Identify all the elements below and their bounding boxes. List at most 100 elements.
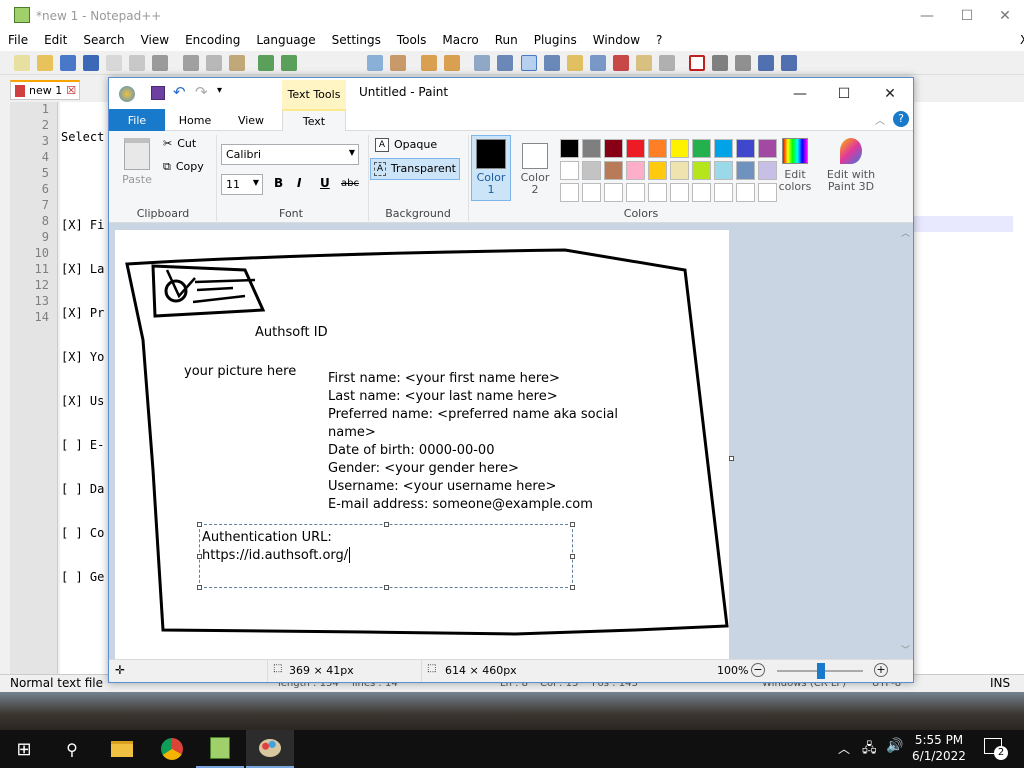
quick-undo-icon[interactable]: ↶ — [173, 83, 186, 101]
taskbar-chrome[interactable] — [148, 730, 196, 768]
underline-button[interactable]: U — [320, 176, 330, 190]
save-macro-icon[interactable] — [781, 55, 797, 71]
palette-swatch[interactable] — [758, 139, 777, 158]
custom-color-swatch[interactable] — [736, 183, 755, 202]
drawing-canvas[interactable]: Authsoft ID your picture here First name… — [115, 230, 729, 660]
doc-map-icon[interactable] — [590, 55, 606, 71]
resize-handle[interactable] — [570, 554, 575, 559]
palette-swatch[interactable] — [560, 139, 579, 158]
volume-icon[interactable]: 🔊 — [886, 738, 903, 754]
taskbar-paint[interactable] — [246, 730, 294, 768]
cut-icon[interactable] — [183, 55, 199, 71]
palette-swatch[interactable] — [648, 161, 667, 180]
palette-swatch[interactable] — [692, 161, 711, 180]
paint-maximize-button[interactable]: ☐ — [821, 78, 867, 109]
custom-color-swatch[interactable] — [560, 183, 579, 202]
canvas-resize-handle[interactable] — [729, 456, 734, 461]
find-icon[interactable] — [367, 55, 383, 71]
menu-view[interactable]: View — [133, 31, 177, 51]
resize-handle[interactable] — [384, 522, 389, 527]
zoom-in-icon[interactable] — [421, 55, 437, 71]
transparent-button[interactable]: A Transparent — [370, 158, 460, 180]
palette-swatch[interactable] — [670, 139, 689, 158]
action-center-button[interactable]: 2 — [980, 736, 1010, 762]
zoom-in-button[interactable]: + — [874, 663, 888, 677]
notepadpp-close-button[interactable]: ✕ — [982, 0, 1024, 31]
custom-color-swatch[interactable] — [692, 183, 711, 202]
customize-toolbar-icon[interactable]: ▾ — [217, 85, 222, 96]
editor-text-area-right[interactable] — [913, 102, 1024, 674]
vertical-scrollbar[interactable]: ︿ ﹀ — [899, 224, 912, 658]
save-all-icon[interactable] — [83, 55, 99, 71]
edit-with-paint3d-button[interactable]: Edit with Paint 3D — [821, 135, 881, 201]
replace-icon[interactable] — [390, 55, 406, 71]
resize-handle[interactable] — [384, 585, 389, 590]
tab-new-1[interactable]: new 1 ☒ — [10, 80, 80, 100]
indent-guide-icon[interactable] — [544, 55, 560, 71]
palette-swatch[interactable] — [626, 161, 645, 180]
scroll-down-icon[interactable]: ﹀ — [901, 643, 910, 656]
save-icon[interactable] — [60, 55, 76, 71]
taskbar-notepadpp[interactable] — [196, 730, 244, 768]
palette-swatch[interactable] — [736, 161, 755, 180]
start-button[interactable]: ⊞ — [0, 730, 48, 768]
custom-color-swatch[interactable] — [604, 183, 623, 202]
record-macro-icon[interactable] — [689, 55, 705, 71]
font-family-select[interactable]: Calibri ▼ — [221, 144, 359, 165]
palette-swatch[interactable] — [604, 139, 623, 158]
help-icon[interactable]: ? — [893, 111, 909, 127]
menu-language[interactable]: Language — [248, 31, 323, 51]
custom-color-swatch[interactable] — [648, 183, 667, 202]
palette-swatch[interactable] — [626, 139, 645, 158]
palette-swatch[interactable] — [670, 161, 689, 180]
palette-swatch[interactable] — [582, 161, 601, 180]
copy-icon[interactable] — [206, 55, 222, 71]
menu-run[interactable]: Run — [487, 31, 526, 51]
palette-swatch[interactable] — [604, 161, 623, 180]
redo-icon[interactable] — [281, 55, 297, 71]
menu-tools[interactable]: Tools — [389, 31, 435, 51]
stop-macro-icon[interactable] — [712, 55, 728, 71]
menu-edit[interactable]: Edit — [36, 31, 75, 51]
tab-close-icon[interactable]: ☒ — [66, 84, 76, 97]
resize-handle[interactable] — [197, 554, 202, 559]
resize-handle[interactable] — [570, 585, 575, 590]
palette-swatch[interactable] — [714, 161, 733, 180]
palette-swatch[interactable] — [582, 139, 601, 158]
palette-swatch[interactable] — [714, 139, 733, 158]
palette-swatch[interactable] — [758, 161, 777, 180]
tab-file[interactable]: File — [109, 109, 165, 131]
custom-color-swatch[interactable] — [626, 183, 645, 202]
undo-icon[interactable] — [258, 55, 274, 71]
custom-color-swatch[interactable] — [758, 183, 777, 202]
print-icon[interactable] — [152, 55, 168, 71]
menu-help[interactable]: ? — [648, 31, 670, 51]
resize-handle[interactable] — [197, 522, 202, 527]
menu-macro[interactable]: Macro — [434, 31, 486, 51]
zoom-out-icon[interactable] — [444, 55, 460, 71]
zoom-slider[interactable] — [777, 663, 863, 679]
quick-redo-icon[interactable]: ↷ — [195, 83, 208, 101]
function-list-icon[interactable] — [613, 55, 629, 71]
menu-search[interactable]: Search — [75, 31, 132, 51]
folder-workspace-icon[interactable] — [636, 55, 652, 71]
minimize-ribbon-icon[interactable]: ︿ — [875, 112, 885, 127]
copy-button[interactable]: ⧉ Copy — [163, 160, 204, 174]
resize-handle[interactable] — [570, 522, 575, 527]
tab-home[interactable]: Home — [169, 109, 221, 131]
palette-swatch[interactable] — [648, 139, 667, 158]
show-all-chars-icon[interactable] — [521, 55, 537, 71]
language-icon[interactable] — [567, 55, 583, 71]
search-button[interactable]: ⚲ — [48, 730, 96, 768]
cut-button[interactable]: ✂ Cut — [163, 137, 196, 150]
paste-button[interactable]: Paste — [117, 135, 157, 189]
menu-plugins[interactable]: Plugins — [526, 31, 585, 51]
paint-minimize-button[interactable]: — — [777, 78, 823, 109]
bold-button[interactable]: B — [274, 176, 283, 190]
run-macro-multiple-icon[interactable] — [758, 55, 774, 71]
menu-encoding[interactable]: Encoding — [177, 31, 248, 51]
paint-close-button[interactable]: ✕ — [867, 78, 913, 109]
custom-color-swatch[interactable] — [670, 183, 689, 202]
italic-button[interactable]: I — [297, 176, 301, 190]
paste-icon[interactable] — [229, 55, 245, 71]
